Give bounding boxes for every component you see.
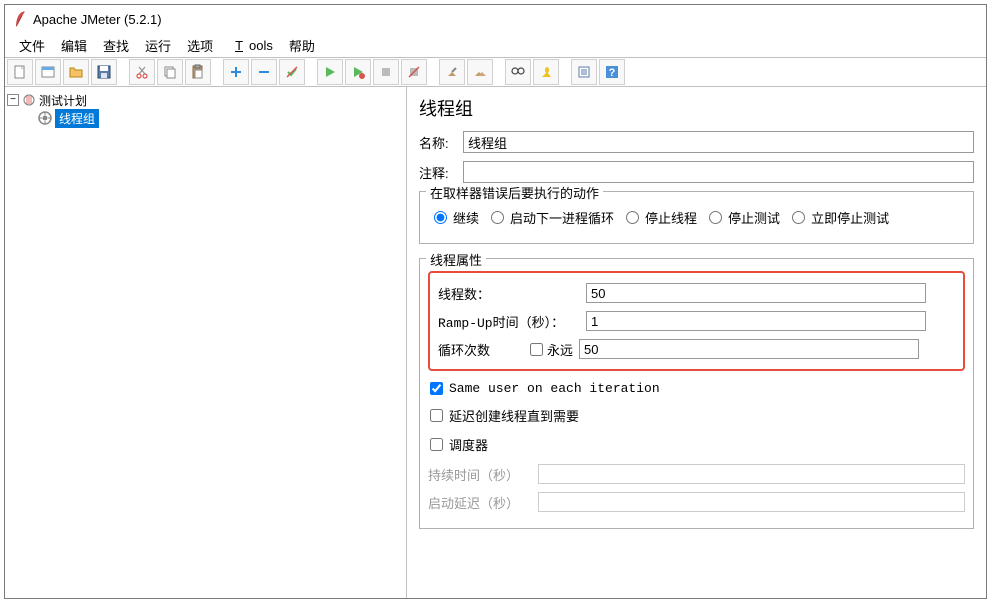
testplan-icon: [21, 92, 37, 108]
reset-search-button[interactable]: [533, 59, 559, 85]
thread-props-legend: 线程属性: [426, 250, 486, 269]
shutdown-button[interactable]: [401, 59, 427, 85]
delay-create-label: 延迟创建线程直到需要: [449, 406, 579, 425]
same-user-row[interactable]: Same user on each iteration: [430, 381, 965, 396]
scheduler-label: 调度器: [449, 435, 488, 454]
remove-button[interactable]: [251, 59, 277, 85]
new-button[interactable]: [7, 59, 33, 85]
startup-delay-label: 启动延迟（秒）: [428, 493, 538, 512]
error-action-legend: 在取样器错误后要执行的动作: [426, 183, 603, 202]
app-window: Apache JMeter (5.2.1) 文件 编辑 查找 运行 选项 Too…: [4, 4, 987, 599]
cut-button[interactable]: [129, 59, 155, 85]
radio-continue[interactable]: 继续: [434, 208, 479, 227]
toolbar: ?: [5, 57, 986, 87]
templates-button[interactable]: [35, 59, 61, 85]
name-input[interactable]: [463, 131, 974, 153]
rampup-label: Ramp-Up时间（秒）：: [438, 312, 586, 331]
startup-delay-input: [538, 492, 965, 512]
window-title: Apache JMeter (5.2.1): [33, 12, 162, 27]
delay-create-checkbox[interactable]: [430, 409, 443, 422]
stop-button[interactable]: [373, 59, 399, 85]
menu-search[interactable]: 查找: [97, 34, 135, 57]
panel-title: 线程组: [419, 95, 974, 121]
threads-label: 线程数：: [438, 284, 586, 303]
scheduler-checkbox[interactable]: [430, 438, 443, 451]
threadgroup-icon: [37, 110, 53, 126]
app-feather-icon: [13, 10, 27, 28]
menu-options[interactable]: 选项: [181, 34, 219, 57]
delay-create-row[interactable]: 延迟创建线程直到需要: [430, 406, 965, 425]
name-label: 名称:: [419, 133, 463, 152]
radio-next-loop[interactable]: 启动下一进程循环: [491, 208, 614, 227]
main-area: − 测试计划 线程组 线程组 名称: 注释: 在取样器错误后要执行的动作: [5, 87, 986, 598]
error-action-fieldset: 在取样器错误后要执行的动作 继续 启动下一进程循环 停止线程 停止测试 立即停止…: [419, 191, 974, 244]
open-button[interactable]: [63, 59, 89, 85]
forever-checkbox[interactable]: 永远: [530, 340, 573, 359]
comment-label: 注释:: [419, 163, 463, 182]
tree-child-label: 线程组: [55, 109, 99, 128]
menu-tools[interactable]: Tools: [223, 36, 279, 55]
function-helper-button[interactable]: [571, 59, 597, 85]
rampup-input[interactable]: [586, 311, 926, 331]
tree-collapse-icon[interactable]: −: [7, 94, 19, 106]
title-bar: Apache JMeter (5.2.1): [5, 5, 986, 33]
tree-root-row[interactable]: − 测试计划: [7, 91, 404, 109]
paste-button[interactable]: [185, 59, 211, 85]
save-button[interactable]: [91, 59, 117, 85]
threads-input[interactable]: [586, 283, 926, 303]
content-panel: 线程组 名称: 注释: 在取样器错误后要执行的动作 继续 启动下一进程循环 停止…: [407, 87, 986, 598]
search-button[interactable]: [505, 59, 531, 85]
same-user-checkbox[interactable]: [430, 382, 443, 395]
tree-root-label: 测试计划: [39, 92, 87, 109]
menu-edit[interactable]: 编辑: [55, 34, 93, 57]
comment-input[interactable]: [463, 161, 974, 183]
toggle-button[interactable]: [279, 59, 305, 85]
start-no-pause-button[interactable]: [345, 59, 371, 85]
highlight-box: 线程数： Ramp-Up时间（秒）： 循环次数 永远: [428, 271, 965, 371]
radio-stop-test[interactable]: 停止测试: [709, 208, 780, 227]
loops-label: 循环次数: [438, 340, 530, 359]
add-button[interactable]: [223, 59, 249, 85]
menu-file[interactable]: 文件: [13, 34, 51, 57]
menu-run[interactable]: 运行: [139, 34, 177, 57]
tree-panel: − 测试计划 线程组: [5, 87, 407, 598]
copy-button[interactable]: [157, 59, 183, 85]
start-button[interactable]: [317, 59, 343, 85]
scheduler-row[interactable]: 调度器: [430, 435, 965, 454]
radio-stop-now[interactable]: 立即停止测试: [792, 208, 889, 227]
menu-bar: 文件 编辑 查找 运行 选项 Tools 帮助: [5, 33, 986, 57]
svg-text:?: ?: [609, 67, 616, 79]
loops-input[interactable]: [579, 339, 919, 359]
tree-child-row[interactable]: 线程组: [7, 109, 404, 127]
duration-label: 持续时间（秒）: [428, 465, 538, 484]
radio-stop-thread[interactable]: 停止线程: [626, 208, 697, 227]
menu-help[interactable]: 帮助: [283, 34, 321, 57]
same-user-label: Same user on each iteration: [449, 381, 660, 396]
clear-button[interactable]: [439, 59, 465, 85]
duration-input: [538, 464, 965, 484]
clear-all-button[interactable]: [467, 59, 493, 85]
help-button[interactable]: ?: [599, 59, 625, 85]
thread-props-fieldset: 线程属性 线程数： Ramp-Up时间（秒）： 循环次数 永远: [419, 258, 974, 529]
